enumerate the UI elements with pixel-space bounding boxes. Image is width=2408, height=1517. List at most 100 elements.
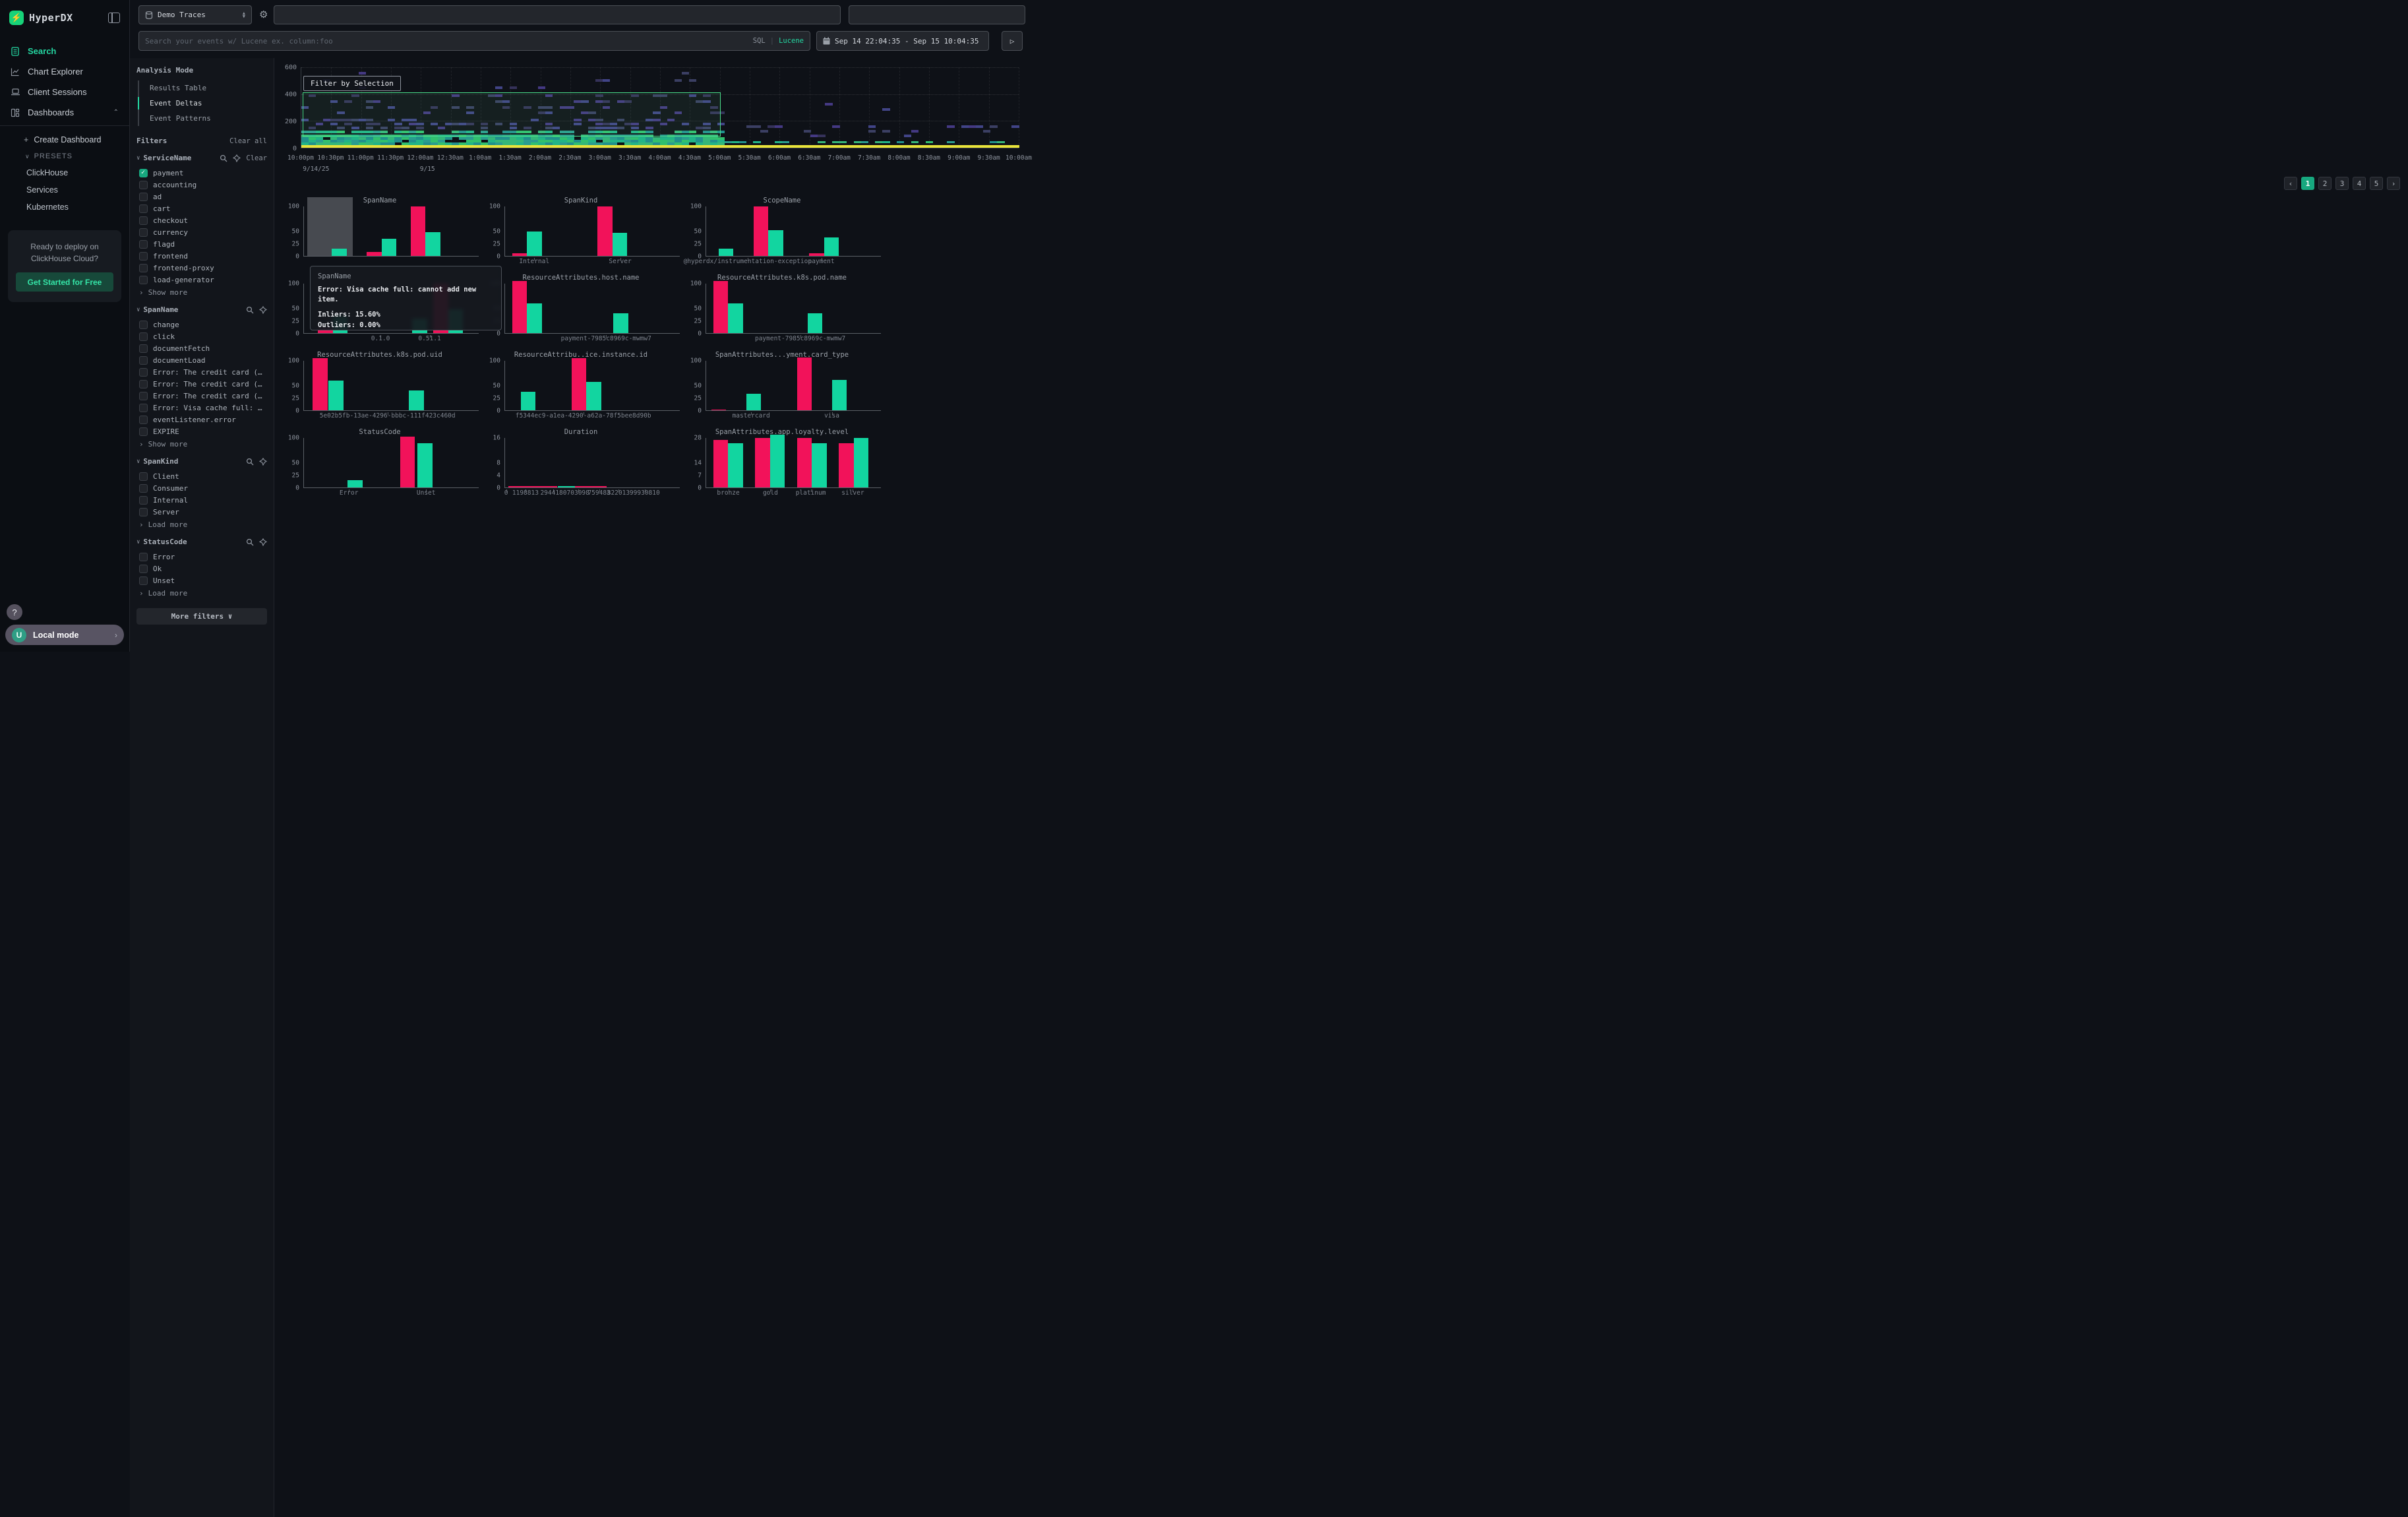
- checkbox[interactable]: [139, 228, 148, 237]
- checkbox[interactable]: [139, 416, 148, 424]
- lucene-mode-toggle[interactable]: Lucene: [779, 37, 804, 45]
- bar-inlier[interactable]: [719, 249, 734, 256]
- filter-checkbox-row[interactable]: Error: Visa cache full: …: [136, 402, 267, 414]
- bar-inlier[interactable]: [586, 382, 601, 411]
- search-icon[interactable]: [246, 306, 254, 314]
- checkbox[interactable]: [139, 193, 148, 201]
- more-filters-button[interactable]: More filters ∨: [136, 608, 267, 625]
- bar-inlier[interactable]: [824, 237, 839, 257]
- bar-inlier[interactable]: [409, 390, 424, 410]
- gear-icon[interactable]: ⚙: [259, 9, 268, 20]
- sidebar-item-dashboards[interactable]: Dashboards⌃: [0, 102, 129, 123]
- search-input[interactable]: Search your events w/ Lucene ex. column:…: [138, 31, 810, 51]
- bar-outlier[interactable]: [400, 437, 415, 487]
- bar-outlier[interactable]: [597, 206, 613, 256]
- filter-checkbox-row[interactable]: frontend: [136, 250, 267, 262]
- bar-outlier[interactable]: [839, 443, 854, 487]
- chart-plot[interactable]: [504, 361, 680, 411]
- checkbox[interactable]: [139, 553, 148, 561]
- chart-plot[interactable]: [303, 361, 479, 411]
- checkbox[interactable]: [139, 252, 148, 261]
- help-button[interactable]: ?: [7, 604, 22, 620]
- bar-outlier[interactable]: [313, 358, 328, 411]
- bar-outlier[interactable]: [572, 358, 587, 411]
- bar-outlier[interactable]: [512, 253, 527, 257]
- bar-outlier[interactable]: [797, 357, 812, 410]
- page-button-4[interactable]: 4: [2353, 177, 2366, 190]
- checkbox[interactable]: [139, 368, 148, 377]
- page-button-1[interactable]: 1: [2301, 177, 2314, 190]
- filter-checkbox-row[interactable]: documentLoad: [136, 354, 267, 366]
- bar-inlier[interactable]: [832, 380, 847, 411]
- page-prev-button[interactable]: ‹: [2284, 177, 2297, 190]
- checkbox[interactable]: [139, 404, 148, 412]
- bar-inlier[interactable]: [728, 303, 743, 333]
- analysis-mode-event-patterns[interactable]: Event Patterns: [139, 111, 267, 126]
- select-query-input[interactable]: [274, 5, 841, 24]
- analysis-mode-results-table[interactable]: Results Table: [139, 80, 267, 96]
- filter-checkbox-row[interactable]: load-generator: [136, 274, 267, 286]
- show-more-link[interactable]: ›Load more: [136, 518, 267, 529]
- show-more-link[interactable]: ›Load more: [136, 586, 267, 598]
- create-dashboard-button[interactable]: + Create Dashboard: [0, 131, 129, 148]
- bar-outlier[interactable]: [713, 281, 729, 334]
- filter-checkbox-row[interactable]: Server: [136, 506, 267, 518]
- checkbox[interactable]: [139, 392, 148, 400]
- bar-inlier[interactable]: [812, 443, 827, 487]
- filter-checkbox-row[interactable]: Error: The credit card (…: [136, 378, 267, 390]
- filter-group-name[interactable]: StatusCode: [143, 538, 187, 546]
- checkbox[interactable]: [139, 204, 148, 213]
- bar-outlier[interactable]: [575, 486, 607, 487]
- checkbox[interactable]: [139, 380, 148, 388]
- checkbox[interactable]: [139, 216, 148, 225]
- checkbox-checked[interactable]: [139, 169, 148, 177]
- filter-checkbox-row[interactable]: documentFetch: [136, 342, 267, 354]
- filter-checkbox-row[interactable]: Client: [136, 470, 267, 482]
- chart-plot[interactable]: [504, 438, 680, 488]
- bar-inlier[interactable]: [417, 443, 433, 488]
- chart-plot[interactable]: [303, 438, 479, 488]
- bar-inlier[interactable]: [854, 438, 869, 487]
- filter-checkbox-row[interactable]: Ok: [136, 563, 267, 574]
- run-query-button[interactable]: ▷: [1002, 31, 1023, 51]
- pin-icon[interactable]: [259, 538, 267, 546]
- checkbox[interactable]: [139, 565, 148, 573]
- bar-inlier[interactable]: [527, 232, 542, 257]
- sidebar-item-client-sessions[interactable]: Client Sessions: [0, 82, 129, 102]
- bar-inlier[interactable]: [808, 313, 823, 333]
- filter-checkbox-row[interactable]: eventListener.error: [136, 414, 267, 425]
- chart-plot[interactable]: [303, 206, 479, 257]
- clear-all-button[interactable]: Clear all: [229, 137, 267, 145]
- page-button-5[interactable]: 5: [2370, 177, 2383, 190]
- page-button-2[interactable]: 2: [2318, 177, 2332, 190]
- preset-link-kubernetes[interactable]: Kubernetes: [0, 199, 129, 216]
- bar-outlier[interactable]: [711, 410, 727, 411]
- pin-icon[interactable]: [233, 154, 241, 162]
- search-icon[interactable]: [220, 154, 227, 162]
- bar-outlier[interactable]: [512, 281, 527, 334]
- bar-inlier[interactable]: [613, 233, 628, 256]
- bar-outlier[interactable]: [713, 440, 729, 487]
- bar-inlier[interactable]: [768, 230, 783, 256]
- clear-group-button[interactable]: Clear: [246, 154, 267, 162]
- checkbox[interactable]: [139, 472, 148, 481]
- preset-link-services[interactable]: Services: [0, 181, 129, 199]
- checkbox[interactable]: [139, 344, 148, 353]
- filter-by-selection-button[interactable]: Filter by Selection: [303, 76, 401, 91]
- search-icon[interactable]: [246, 458, 254, 466]
- filter-checkbox-row[interactable]: frontend-proxy: [136, 262, 267, 274]
- filter-checkbox-row[interactable]: Error: The credit card (…: [136, 390, 267, 402]
- bar-inlier[interactable]: [746, 394, 762, 410]
- sql-mode-toggle[interactable]: SQL: [753, 37, 766, 45]
- checkbox[interactable]: [139, 332, 148, 341]
- bar-outlier[interactable]: [508, 486, 557, 487]
- filter-checkbox-row[interactable]: change: [136, 319, 267, 330]
- get-started-button[interactable]: Get Started for Free: [16, 272, 113, 292]
- filter-checkbox-row[interactable]: checkout: [136, 214, 267, 226]
- filter-checkbox-row[interactable]: Error: The credit card (…: [136, 366, 267, 378]
- filter-checkbox-row[interactable]: currency: [136, 226, 267, 238]
- checkbox[interactable]: [139, 508, 148, 516]
- bar-inlier[interactable]: [382, 239, 397, 256]
- bar-inlier[interactable]: [527, 303, 542, 333]
- bar-outlier[interactable]: [367, 252, 382, 256]
